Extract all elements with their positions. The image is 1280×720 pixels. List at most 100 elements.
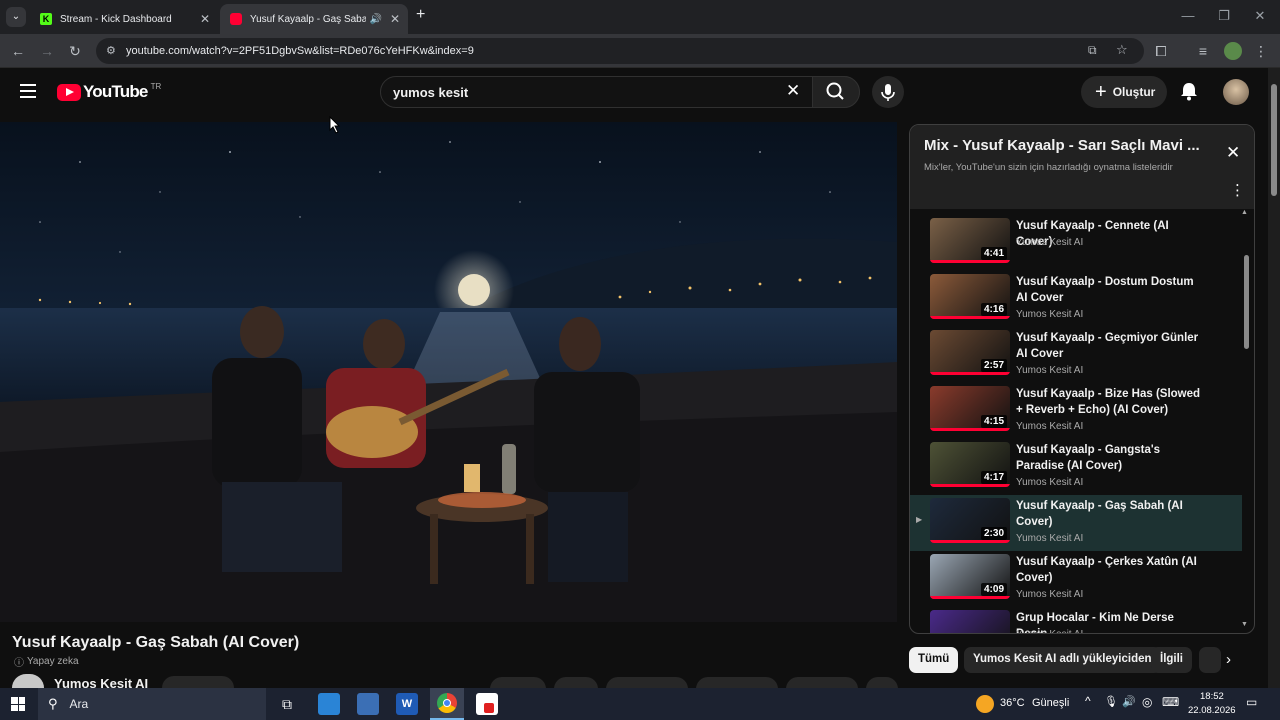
- network-icon[interactable]: ◎: [1142, 695, 1152, 709]
- weather-icon[interactable]: [976, 695, 994, 713]
- search-button[interactable]: [812, 76, 860, 108]
- search-icon: [826, 82, 844, 100]
- now-playing-icon: ▶: [916, 515, 923, 524]
- ai-badge[interactable]: ⓘ Yapay zeka: [14, 654, 79, 669]
- microphone-tray-icon[interactable]: 🎙: [1104, 695, 1118, 708]
- share-button[interactable]: [554, 677, 598, 688]
- download-button[interactable]: [786, 677, 858, 688]
- clock-date[interactable]: 22.08.2026: [1188, 705, 1236, 716]
- hamburger-menu-icon[interactable]: [20, 84, 36, 98]
- video-thumbnail[interactable]: 4:41: [930, 218, 1010, 263]
- save-button[interactable]: [696, 677, 778, 688]
- playlist-item[interactable]: ▶ 2:30 Yusuf Kayaalp - Gaş Sabah (AI Cover…: [910, 495, 1242, 551]
- bookmark-star-icon[interactable]: ☆: [1116, 42, 1128, 58]
- back-arrow-icon[interactable]: ←: [7, 40, 29, 62]
- forward-arrow-icon[interactable]: →: [36, 40, 58, 62]
- browser-menu-icon[interactable]: ⋮: [1250, 40, 1272, 62]
- create-button[interactable]: + Oluştur: [1081, 76, 1167, 108]
- playlist-item-title: Yusuf Kayaalp - Gaş Sabah (AI Cover): [1016, 500, 1183, 528]
- site-info-icon[interactable]: ⚙: [106, 44, 116, 57]
- playlist-item-channel: Yumos Kesit AI: [1016, 629, 1083, 633]
- playlist-item[interactable]: 2:57 Yusuf Kayaalp - Geçmiyor Günler AI C…: [910, 327, 1242, 383]
- duration-badge: 4:17: [980, 471, 1007, 484]
- window-close-icon[interactable]: ✕: [1250, 8, 1270, 24]
- photos-app-icon[interactable]: [318, 693, 340, 715]
- action-buttons-row: [490, 677, 898, 688]
- install-app-icon[interactable]: ⧉: [1088, 43, 1097, 58]
- taskbar-search-box[interactable]: ⚲ Ara: [38, 688, 266, 720]
- video-thumbnail[interactable]: 4:17: [930, 442, 1010, 487]
- new-tab-button[interactable]: +: [416, 6, 425, 24]
- weather-condition[interactable]: Güneşli: [1032, 697, 1069, 709]
- chrome-icon[interactable]: [430, 688, 464, 720]
- browser-tab-kick[interactable]: K Stream - Kick Dashboard ✕: [30, 4, 218, 34]
- playlist-menu-icon[interactable]: ⋮: [1230, 181, 1245, 199]
- clock-time[interactable]: 18:52: [1200, 691, 1224, 702]
- extensions-icon[interactable]: ⧠: [1150, 40, 1172, 62]
- playlist-item[interactable]: 4:17 Yusuf Kayaalp - Gangsta's Paradise (…: [910, 439, 1242, 495]
- chip-all[interactable]: Tümü: [909, 647, 959, 673]
- playlist-item[interactable]: Grup Hocalar - Kim Ne Derse DesinYumos K…: [910, 607, 1242, 633]
- like-button[interactable]: [490, 677, 546, 688]
- notifications-bell-icon[interactable]: [1178, 80, 1200, 107]
- address-bar[interactable]: ⚙ youtube.com/watch?v=2PF51DgbvSw&list=R…: [96, 38, 1144, 64]
- playlist-items: 4:41 Yusuf Kayaalp - Cennete (AI Cover) Yu…: [910, 211, 1254, 633]
- microsoft-store-icon[interactable]: [357, 693, 379, 715]
- video-player[interactable]: [0, 122, 897, 622]
- video-thumbnail[interactable]: [930, 610, 1010, 633]
- playlist-scrollbar[interactable]: [1244, 255, 1249, 349]
- clear-search-icon[interactable]: ✕: [786, 81, 800, 101]
- speaker-icon[interactable]: 🔊: [370, 14, 382, 25]
- tab-search-button[interactable]: ⌄: [6, 7, 26, 27]
- scroll-down-icon[interactable]: ▼: [1241, 621, 1248, 628]
- close-playlist-icon[interactable]: ✕: [1226, 143, 1240, 163]
- scroll-up-icon[interactable]: ▲: [1241, 209, 1248, 216]
- watched-progress-bar: [930, 596, 1010, 599]
- playlist-item[interactable]: 4:41 Yusuf Kayaalp - Cennete (AI Cover) Yu…: [910, 215, 1242, 271]
- profile-avatar-icon[interactable]: [1224, 42, 1242, 60]
- video-title: Yusuf Kayaalp - Gaş Sabah (AI Cover): [12, 634, 300, 651]
- restore-icon[interactable]: ❐: [1214, 8, 1234, 24]
- video-thumbnail[interactable]: 4:09: [930, 554, 1010, 599]
- tray-overflow-icon[interactable]: ^: [1085, 694, 1091, 708]
- reload-icon[interactable]: ↻: [64, 40, 86, 62]
- video-thumbnail[interactable]: 2:57: [930, 330, 1010, 375]
- chip-uploader[interactable]: Yumos Kesit AI adlı yükleyiciden: [964, 647, 1161, 673]
- watched-progress-bar: [930, 260, 1010, 263]
- windows-start-icon[interactable]: [11, 697, 25, 711]
- pdf-app-icon[interactable]: [476, 693, 498, 715]
- channel-name[interactable]: Yumos Kesit AI: [54, 676, 148, 688]
- video-thumbnail[interactable]: 4:15: [930, 386, 1010, 431]
- task-view-icon[interactable]: ⧉: [276, 693, 298, 715]
- youtube-logo[interactable]: YouTube TR: [57, 82, 161, 102]
- more-actions-button[interactable]: [866, 677, 898, 688]
- chip-more[interactable]: [1199, 647, 1221, 673]
- media-control-icon[interactable]: ≡: [1192, 40, 1214, 62]
- notification-center-icon[interactable]: ▭: [1246, 695, 1257, 709]
- playlist-item[interactable]: 4:15 Yusuf Kayaalp - Bize Has (Slowed + R…: [910, 383, 1242, 439]
- chip-related[interactable]: İlgili: [1151, 647, 1192, 673]
- page-scrollbar[interactable]: [1268, 68, 1280, 688]
- subscribe-button[interactable]: [162, 676, 234, 688]
- weather-temperature[interactable]: 36°C: [1000, 697, 1025, 709]
- clip-button[interactable]: [606, 677, 688, 688]
- close-icon[interactable]: ✕: [200, 12, 210, 26]
- browser-tab-youtube[interactable]: Yusuf Kayaalp - Gaş Sabah 🔊 ✕: [220, 4, 408, 34]
- volume-icon[interactable]: 🔊: [1122, 695, 1136, 708]
- account-avatar[interactable]: [1223, 79, 1249, 105]
- minimize-icon[interactable]: —: [1178, 8, 1198, 23]
- chips-next-arrow-icon[interactable]: ›: [1226, 651, 1231, 668]
- search-icon: ⚲: [48, 696, 58, 711]
- video-thumbnail[interactable]: 4:16: [930, 274, 1010, 319]
- keyboard-icon[interactable]: ⌨: [1162, 695, 1179, 709]
- youtube-favicon-icon: [230, 13, 242, 25]
- playlist-item[interactable]: 4:16 Yusuf Kayaalp - Dostum Dostum AI Cov…: [910, 271, 1242, 327]
- video-thumbnail[interactable]: 2:30: [930, 498, 1010, 543]
- ai-badge-label: Yapay zeka: [27, 656, 79, 667]
- channel-avatar[interactable]: [12, 674, 44, 688]
- word-icon[interactable]: W: [396, 693, 418, 715]
- close-icon[interactable]: ✕: [390, 12, 400, 26]
- playlist-item[interactable]: 4:09 Yusuf Kayaalp - Çerkes Xatûn (AI Cov…: [910, 551, 1242, 607]
- voice-search-button[interactable]: [872, 76, 904, 108]
- microphone-icon: [881, 84, 895, 101]
